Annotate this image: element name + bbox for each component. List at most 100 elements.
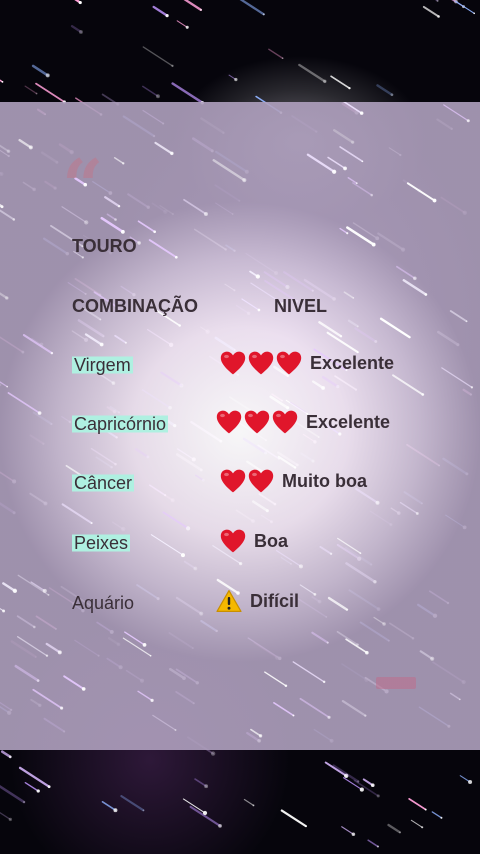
star-dot xyxy=(168,405,172,410)
star-dot xyxy=(424,293,428,296)
sign-title: TOURO xyxy=(72,236,137,256)
star-streak xyxy=(0,79,4,83)
star-streak xyxy=(74,0,82,4)
star-dot xyxy=(50,351,54,355)
star-dot xyxy=(321,386,326,390)
star-dot xyxy=(374,340,378,344)
star-streak xyxy=(0,381,8,388)
warning-icon xyxy=(216,589,242,613)
star-streak xyxy=(114,334,127,344)
star-streak xyxy=(269,395,289,410)
star-dot xyxy=(370,783,375,788)
star-dot xyxy=(257,308,261,312)
star-streak xyxy=(441,367,473,388)
star-dot xyxy=(193,566,198,571)
star-streak xyxy=(137,690,153,702)
star-dot xyxy=(210,751,216,756)
star-streak xyxy=(45,642,61,654)
star-streak xyxy=(263,271,289,288)
star-streak xyxy=(345,638,368,654)
star-dot xyxy=(179,383,184,388)
star-streak xyxy=(452,0,465,8)
star-streak xyxy=(298,63,326,83)
star-dot xyxy=(114,218,117,221)
star-streak xyxy=(354,327,377,343)
star-dot xyxy=(1,80,4,83)
star-streak xyxy=(352,182,373,196)
star-dot xyxy=(204,784,209,789)
star-streak xyxy=(194,778,207,788)
star-dot xyxy=(238,561,243,566)
star-dot xyxy=(47,785,51,789)
star-streak xyxy=(0,811,12,821)
star-streak xyxy=(0,608,5,612)
star-dot xyxy=(255,274,260,279)
star-dot xyxy=(258,734,263,738)
star-streak xyxy=(280,809,307,828)
star-dot xyxy=(36,679,40,682)
heart-icon xyxy=(248,468,274,494)
star-dot xyxy=(36,789,40,793)
star-dot xyxy=(373,580,377,584)
star-dot xyxy=(352,297,355,299)
star-dot xyxy=(473,12,476,15)
star-dot xyxy=(343,166,347,171)
star-streak xyxy=(392,374,424,396)
star-dot xyxy=(99,318,102,321)
star-streak xyxy=(171,82,204,104)
star-dot xyxy=(47,593,50,596)
star-streak xyxy=(443,104,469,122)
star-streak xyxy=(422,5,440,18)
row-virgem-sign: Virgem xyxy=(70,354,135,376)
star-streak xyxy=(154,141,173,155)
star-streak xyxy=(339,227,348,234)
star-streak xyxy=(239,0,265,16)
star-dot xyxy=(33,625,36,629)
star-streak xyxy=(327,596,349,611)
star-dot xyxy=(113,808,118,813)
star-dot xyxy=(12,588,18,594)
star-dot xyxy=(124,341,127,344)
star-streak xyxy=(160,371,183,387)
star-dot xyxy=(430,656,435,661)
star-streak xyxy=(30,581,46,592)
star-dot xyxy=(170,151,174,156)
star-dot xyxy=(153,230,157,234)
star-streak xyxy=(327,156,346,170)
row-aquario-level: Difícil xyxy=(216,589,299,613)
star-streak xyxy=(321,375,340,388)
star-streak xyxy=(120,795,145,812)
star-streak xyxy=(406,182,436,202)
star-streak xyxy=(343,291,355,299)
star-streak xyxy=(379,317,411,339)
star-dot xyxy=(171,64,174,68)
star-dot xyxy=(351,140,355,144)
level-column-header: NIVEL xyxy=(274,296,328,316)
level-label: Excelente xyxy=(310,352,395,373)
level-label: Muito boa xyxy=(282,470,367,491)
star-dot xyxy=(285,284,290,290)
star-dot xyxy=(346,232,349,235)
star-dot xyxy=(180,553,185,558)
decorative-bar xyxy=(376,677,416,689)
star-streak xyxy=(346,226,375,246)
star-dot xyxy=(399,831,401,834)
star-streak xyxy=(24,85,38,95)
star-dot xyxy=(99,342,104,347)
star-dot xyxy=(149,654,152,657)
row-virgem-level: Excelente xyxy=(220,350,394,376)
star-dot xyxy=(218,823,222,828)
star-dot xyxy=(150,698,154,703)
heart-icon xyxy=(220,350,246,376)
star-streak xyxy=(376,84,394,96)
star-dot xyxy=(329,552,333,555)
row-capricornio-sign: Capricórnio xyxy=(70,413,170,435)
star-dot xyxy=(390,93,394,97)
star-streak xyxy=(7,392,41,414)
star-dot xyxy=(45,73,50,78)
level-label: Difícil xyxy=(250,590,300,611)
star-dot xyxy=(313,592,317,596)
star-dot xyxy=(415,511,419,515)
star-dot xyxy=(436,0,439,2)
star-streak xyxy=(152,5,169,17)
